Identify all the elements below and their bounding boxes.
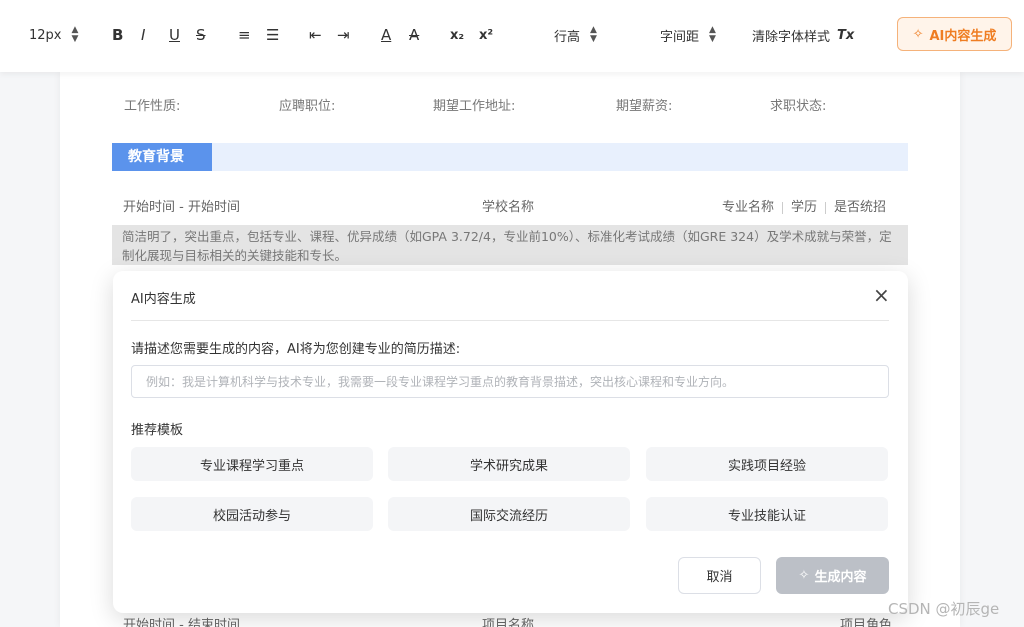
font-size-select[interactable]: 12px ▲ ▼	[29, 24, 78, 46]
underline-button[interactable]: U	[169, 24, 180, 46]
superscript-icon: x²	[479, 27, 494, 43]
line-height-select[interactable]: 行高 ▲ ▼	[554, 24, 597, 46]
dialog-prompt: 请描述您需要生成的内容，AI将为您创建专业的简历描述:	[131, 342, 461, 357]
edu-time-range[interactable]: 开始时间 - 开始时间	[123, 196, 240, 215]
divider	[131, 320, 889, 321]
watermark: CSDN @初辰ge	[888, 600, 1000, 618]
dialog-title: AI内容生成	[131, 292, 196, 307]
project-name[interactable]: 项目名称	[482, 614, 534, 627]
cancel-button[interactable]: 取消	[678, 557, 761, 594]
edu-major[interactable]: 专业名称	[722, 200, 774, 215]
template-certification[interactable]: 专业技能认证	[646, 497, 888, 531]
ai-generate-dialog: AI内容生成 × 请描述您需要生成的内容，AI将为您创建专业的简历描述: 推荐模…	[113, 271, 908, 613]
generate-button[interactable]: ✧ 生成内容	[776, 557, 889, 594]
divider	[825, 201, 827, 214]
clear-format-button[interactable]: 清除字体样式 Tx	[752, 24, 854, 46]
font-color-button[interactable]: A	[381, 24, 391, 46]
updown-icon: ▲ ▼	[590, 25, 597, 44]
edu-details: 专业名称 学历 是否统招	[722, 196, 886, 215]
magic-wand-icon: ✧	[798, 568, 810, 583]
generate-label: 生成内容	[814, 570, 867, 585]
template-projects[interactable]: 实践项目经验	[646, 447, 888, 481]
highlight-icon: A	[409, 26, 420, 44]
edu-school[interactable]: 学校名称	[482, 196, 534, 215]
italic-button[interactable]: I	[141, 24, 145, 46]
meta-status[interactable]: 求职状态:	[770, 95, 826, 114]
template-course-focus[interactable]: 专业课程学习重点	[131, 447, 373, 481]
superscript-button[interactable]: x²	[479, 24, 493, 46]
ai-generate-button[interactable]: ✧ AI内容生成	[897, 17, 1012, 51]
project-time-range[interactable]: 开始时间 - 结束时间	[123, 614, 240, 627]
ai-generate-label: AI内容生成	[929, 28, 997, 44]
indent-button[interactable]: ⇥	[337, 24, 350, 46]
edu-unified[interactable]: 是否统招	[834, 200, 886, 215]
unordered-list-icon: ☰	[266, 26, 280, 44]
ordered-list-icon: ≡	[238, 26, 251, 44]
divider	[782, 201, 784, 214]
close-icon[interactable]: ×	[873, 285, 890, 305]
clear-format-icon: Tx	[837, 27, 855, 43]
section-header-bar	[112, 143, 908, 171]
edu-description[interactable]: 简洁明了，突出重点，包括专业、课程、优异成绩（如GPA 3.72/4，专业前10…	[112, 225, 908, 265]
ordered-list-button[interactable]: ≡	[238, 24, 251, 46]
meta-position[interactable]: 应聘职位:	[279, 95, 335, 114]
editor-toolbar: 12px ▲ ▼ B I U S ≡ ☰ ⇤ ⇥ A A x₂ x² 行高 ▲ ▼ …	[0, 0, 1024, 72]
template-exchange[interactable]: 国际交流经历	[388, 497, 630, 531]
highlight-button[interactable]: A	[409, 24, 419, 46]
edu-degree[interactable]: 学历	[791, 200, 817, 215]
bold-icon: B	[112, 26, 124, 44]
meta-location[interactable]: 期望工作地址:	[433, 95, 515, 114]
font-size-value: 12px	[29, 27, 62, 43]
updown-icon: ▲ ▼	[709, 25, 716, 44]
outdent-icon: ⇤	[309, 26, 322, 44]
description-input[interactable]	[131, 365, 889, 398]
underline-icon: U	[169, 26, 180, 44]
template-research[interactable]: 学术研究成果	[388, 447, 630, 481]
template-campus[interactable]: 校园活动参与	[131, 497, 373, 531]
magic-wand-icon: ✧	[912, 26, 924, 42]
meta-salary[interactable]: 期望薪资:	[616, 95, 672, 114]
project-role[interactable]: 项目角色	[840, 614, 892, 627]
indent-icon: ⇥	[337, 26, 350, 44]
strikethrough-icon: S	[196, 26, 206, 44]
templates-heading: 推荐模板	[131, 423, 184, 438]
unordered-list-button[interactable]: ☰	[266, 24, 279, 46]
meta-work-type[interactable]: 工作性质:	[124, 95, 180, 114]
italic-icon: I	[141, 26, 146, 44]
outdent-button[interactable]: ⇤	[309, 24, 322, 46]
subscript-icon: x₂	[450, 27, 465, 43]
letter-spacing-select[interactable]: 字间距 ▲ ▼	[660, 24, 716, 46]
font-color-icon: A	[381, 26, 392, 44]
bold-button[interactable]: B	[112, 24, 123, 46]
updown-icon: ▲ ▼	[71, 25, 79, 44]
subscript-button[interactable]: x₂	[450, 24, 464, 46]
letter-spacing-label: 字间距	[660, 29, 700, 45]
section-title-education[interactable]: 教育背景	[112, 143, 212, 171]
strikethrough-button[interactable]: S	[196, 24, 206, 46]
line-height-label: 行高	[554, 29, 581, 45]
clear-format-label: 清除字体样式	[752, 29, 831, 45]
